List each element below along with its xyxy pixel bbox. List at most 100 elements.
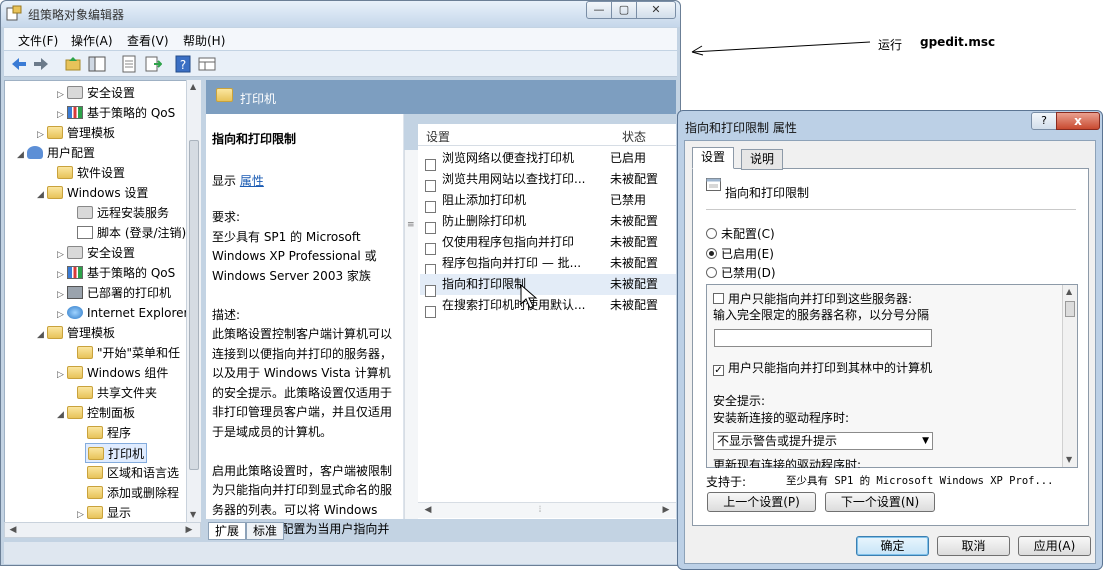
scrollbar-thumb[interactable] <box>1065 301 1075 317</box>
expand-arrow-icon[interactable]: ▷ <box>57 85 67 105</box>
chk-forest-row[interactable]: ✓ 用户只能指向并打印到其林中的计算机 <box>713 359 932 376</box>
new-driver-select[interactable]: 不显示警告或提升提示 ▼ <box>713 432 933 450</box>
minimize-button[interactable]: — <box>586 1 612 19</box>
radio-not-configured[interactable]: 未配置(C) <box>706 225 775 243</box>
radio-enabled[interactable]: 已启用(E) <box>706 245 774 263</box>
collapse-arrow-icon[interactable]: ◢ <box>37 325 47 345</box>
chk-servers-row[interactable]: 用户只能指向并打印到这些服务器: <box>713 290 912 307</box>
tree-item-admin-templates[interactable]: ▷ 管理模板 <box>37 123 115 143</box>
apply-button[interactable]: 应用(A) <box>1018 536 1091 556</box>
show-hide-tree-icon[interactable] <box>88 55 106 73</box>
tree-item-qos-user[interactable]: ▷ 基于策略的 QoS <box>57 263 175 283</box>
menu-view[interactable]: 查看(V) <box>127 32 169 49</box>
radio-circle[interactable] <box>706 267 717 278</box>
collapse-arrow-icon[interactable]: ◢ <box>57 405 67 425</box>
collapse-arrow-icon[interactable]: ◢ <box>37 185 47 205</box>
column-state[interactable]: 状态 <box>622 128 646 145</box>
up-folder-icon[interactable] <box>64 55 82 73</box>
tree-item-add-remove-programs[interactable]: 添加或删除程 <box>87 483 179 503</box>
scroll-down-icon[interactable]: ▼ <box>1066 455 1072 464</box>
menu-action[interactable]: 操作(A) <box>71 32 113 49</box>
dropdown-arrow-icon[interactable]: ▼ <box>922 433 929 449</box>
radio-circle[interactable] <box>706 228 717 239</box>
collapse-arrow-icon[interactable]: ◢ <box>17 145 27 165</box>
properties-link[interactable]: 属性 <box>240 174 264 188</box>
tab-standard[interactable]: 标准 <box>246 522 285 540</box>
tree-item-windows-components[interactable]: ▷ Windows 组件 <box>57 363 168 383</box>
tree-item-remote-install[interactable]: 远程安装服务 <box>67 203 169 223</box>
settings-list-row[interactable]: 阻止添加打印机 已禁用 <box>420 190 676 213</box>
tree-item-printers[interactable]: 打印机 <box>85 443 148 463</box>
tree-item-start-menu[interactable]: "开始"菜单和任 <box>67 343 180 363</box>
ok-button[interactable]: 确定 <box>856 536 929 556</box>
maximize-button[interactable]: ▢ <box>611 1 637 19</box>
expand-arrow-icon[interactable]: ▷ <box>57 105 67 125</box>
export-list-icon[interactable] <box>144 55 162 73</box>
tree-item-programs[interactable]: 程序 <box>87 423 131 443</box>
tree-item-software-settings[interactable]: 软件设置 <box>47 163 125 183</box>
tree-item-security-settings-user[interactable]: ▷ 安全设置 <box>57 243 135 263</box>
back-arrow-icon[interactable] <box>10 55 28 73</box>
scroll-left-icon[interactable]: ◀ <box>7 525 19 535</box>
tree-item-internet-explorer[interactable]: ▷ Internet Explorer <box>57 303 188 323</box>
menu-file[interactable]: 文件(F) <box>18 32 58 49</box>
expand-arrow-icon[interactable]: ▷ <box>57 245 67 265</box>
settings-list-row[interactable]: 防止删除打印机 未被配置 <box>420 211 676 234</box>
settings-horizontal-scrollbar[interactable]: ◀ ⦙ ▶ <box>418 502 676 518</box>
tree-item-qos[interactable]: ▷ 基于策略的 QoS <box>57 103 175 123</box>
dialog-close-button[interactable]: x <box>1056 112 1100 130</box>
settings-list-row[interactable]: 程序包指向并打印 — 批... 未被配置 <box>420 253 676 276</box>
checkbox-unchecked[interactable] <box>713 293 724 304</box>
column-setting[interactable]: 设置 <box>426 128 450 145</box>
scroll-right-icon[interactable]: ▶ <box>183 525 195 535</box>
radio-circle-checked[interactable] <box>706 248 717 259</box>
description-vertical-scrollbar[interactable]: ≡ <box>404 150 418 519</box>
expand-arrow-icon[interactable]: ▷ <box>37 125 47 145</box>
expand-arrow-icon[interactable]: ▷ <box>57 365 67 385</box>
tree-item-regional[interactable]: 区域和语言选 <box>87 463 179 483</box>
tree-item-deployed-printers[interactable]: ▷ 已部署的打印机 <box>57 283 171 303</box>
scroll-grip-icon[interactable]: ⦙ <box>534 505 546 515</box>
tab-settings[interactable]: 设置 <box>692 147 735 169</box>
settings-list-row[interactable]: 仅使用程序包指向并打印 未被配置 <box>420 232 676 255</box>
expand-arrow-icon[interactable]: ▷ <box>57 285 67 305</box>
tab-explain[interactable]: 说明 <box>741 149 784 170</box>
tree-item-user-config[interactable]: ◢ 用户配置 <box>17 143 95 163</box>
next-setting-button[interactable]: 下一个设置(N) <box>825 492 935 512</box>
tree-item-control-panel[interactable]: ◢ 控制面板 <box>57 403 135 423</box>
expand-arrow-icon[interactable]: ▷ <box>77 505 87 522</box>
tree-item-windows-settings[interactable]: ◢ Windows 设置 <box>37 183 148 203</box>
settings-list-row-selected[interactable]: 指向和打印限制 未被配置 <box>420 274 676 297</box>
scroll-down-icon[interactable]: ▼ <box>190 510 196 519</box>
tree-item-shared-folders[interactable]: 共享文件夹 <box>67 383 157 403</box>
scroll-up-icon[interactable]: ▲ <box>1066 287 1072 296</box>
tree-item-display[interactable]: ▷ 显示 <box>77 503 131 522</box>
server-names-input[interactable] <box>714 329 932 347</box>
scroll-left-icon[interactable]: ◀ <box>422 505 434 515</box>
expand-arrow-icon[interactable]: ▷ <box>57 305 67 325</box>
dialog-help-button[interactable]: ? <box>1031 112 1057 130</box>
previous-setting-button[interactable]: 上一个设置(P) <box>707 492 816 512</box>
expand-arrow-icon[interactable]: ▷ <box>57 265 67 285</box>
close-button[interactable]: ✕ <box>636 1 676 19</box>
settings-list-row[interactable]: 浏览网络以便查找打印机 已启用 <box>420 148 676 171</box>
tree-vertical-scrollbar[interactable]: ▲ ▼ <box>186 80 201 523</box>
properties-page-icon[interactable] <box>120 55 138 73</box>
radio-disabled[interactable]: 已禁用(D) <box>706 264 776 282</box>
tree-item-scripts[interactable]: 脚本 (登录/注销) <box>67 223 186 243</box>
tree-horizontal-scrollbar[interactable]: ◀ ▶ <box>4 522 201 538</box>
options-vertical-scrollbar[interactable]: ▲ ▼ <box>1062 285 1077 467</box>
menu-help[interactable]: 帮助(H) <box>183 32 225 49</box>
scroll-grip-icon[interactable]: ≡ <box>407 220 416 232</box>
scrollbar-thumb[interactable] <box>189 140 199 470</box>
scroll-up-icon[interactable]: ▲ <box>190 82 196 91</box>
forward-arrow-icon[interactable] <box>32 55 50 73</box>
help-icon[interactable]: ? <box>174 55 192 73</box>
cancel-button[interactable]: 取消 <box>937 536 1010 556</box>
settings-list-row[interactable]: 在搜索打印机时使用默认... 未被配置 <box>420 295 676 318</box>
tree-item-admin-templates-user[interactable]: ◢ 管理模板 <box>37 323 115 343</box>
tab-extended[interactable]: 扩展 <box>208 522 247 540</box>
checkbox-checked[interactable]: ✓ <box>713 365 724 376</box>
tree-item-security-settings[interactable]: ▷ 安全设置 <box>57 83 135 103</box>
filter-view-icon[interactable] <box>198 55 216 73</box>
